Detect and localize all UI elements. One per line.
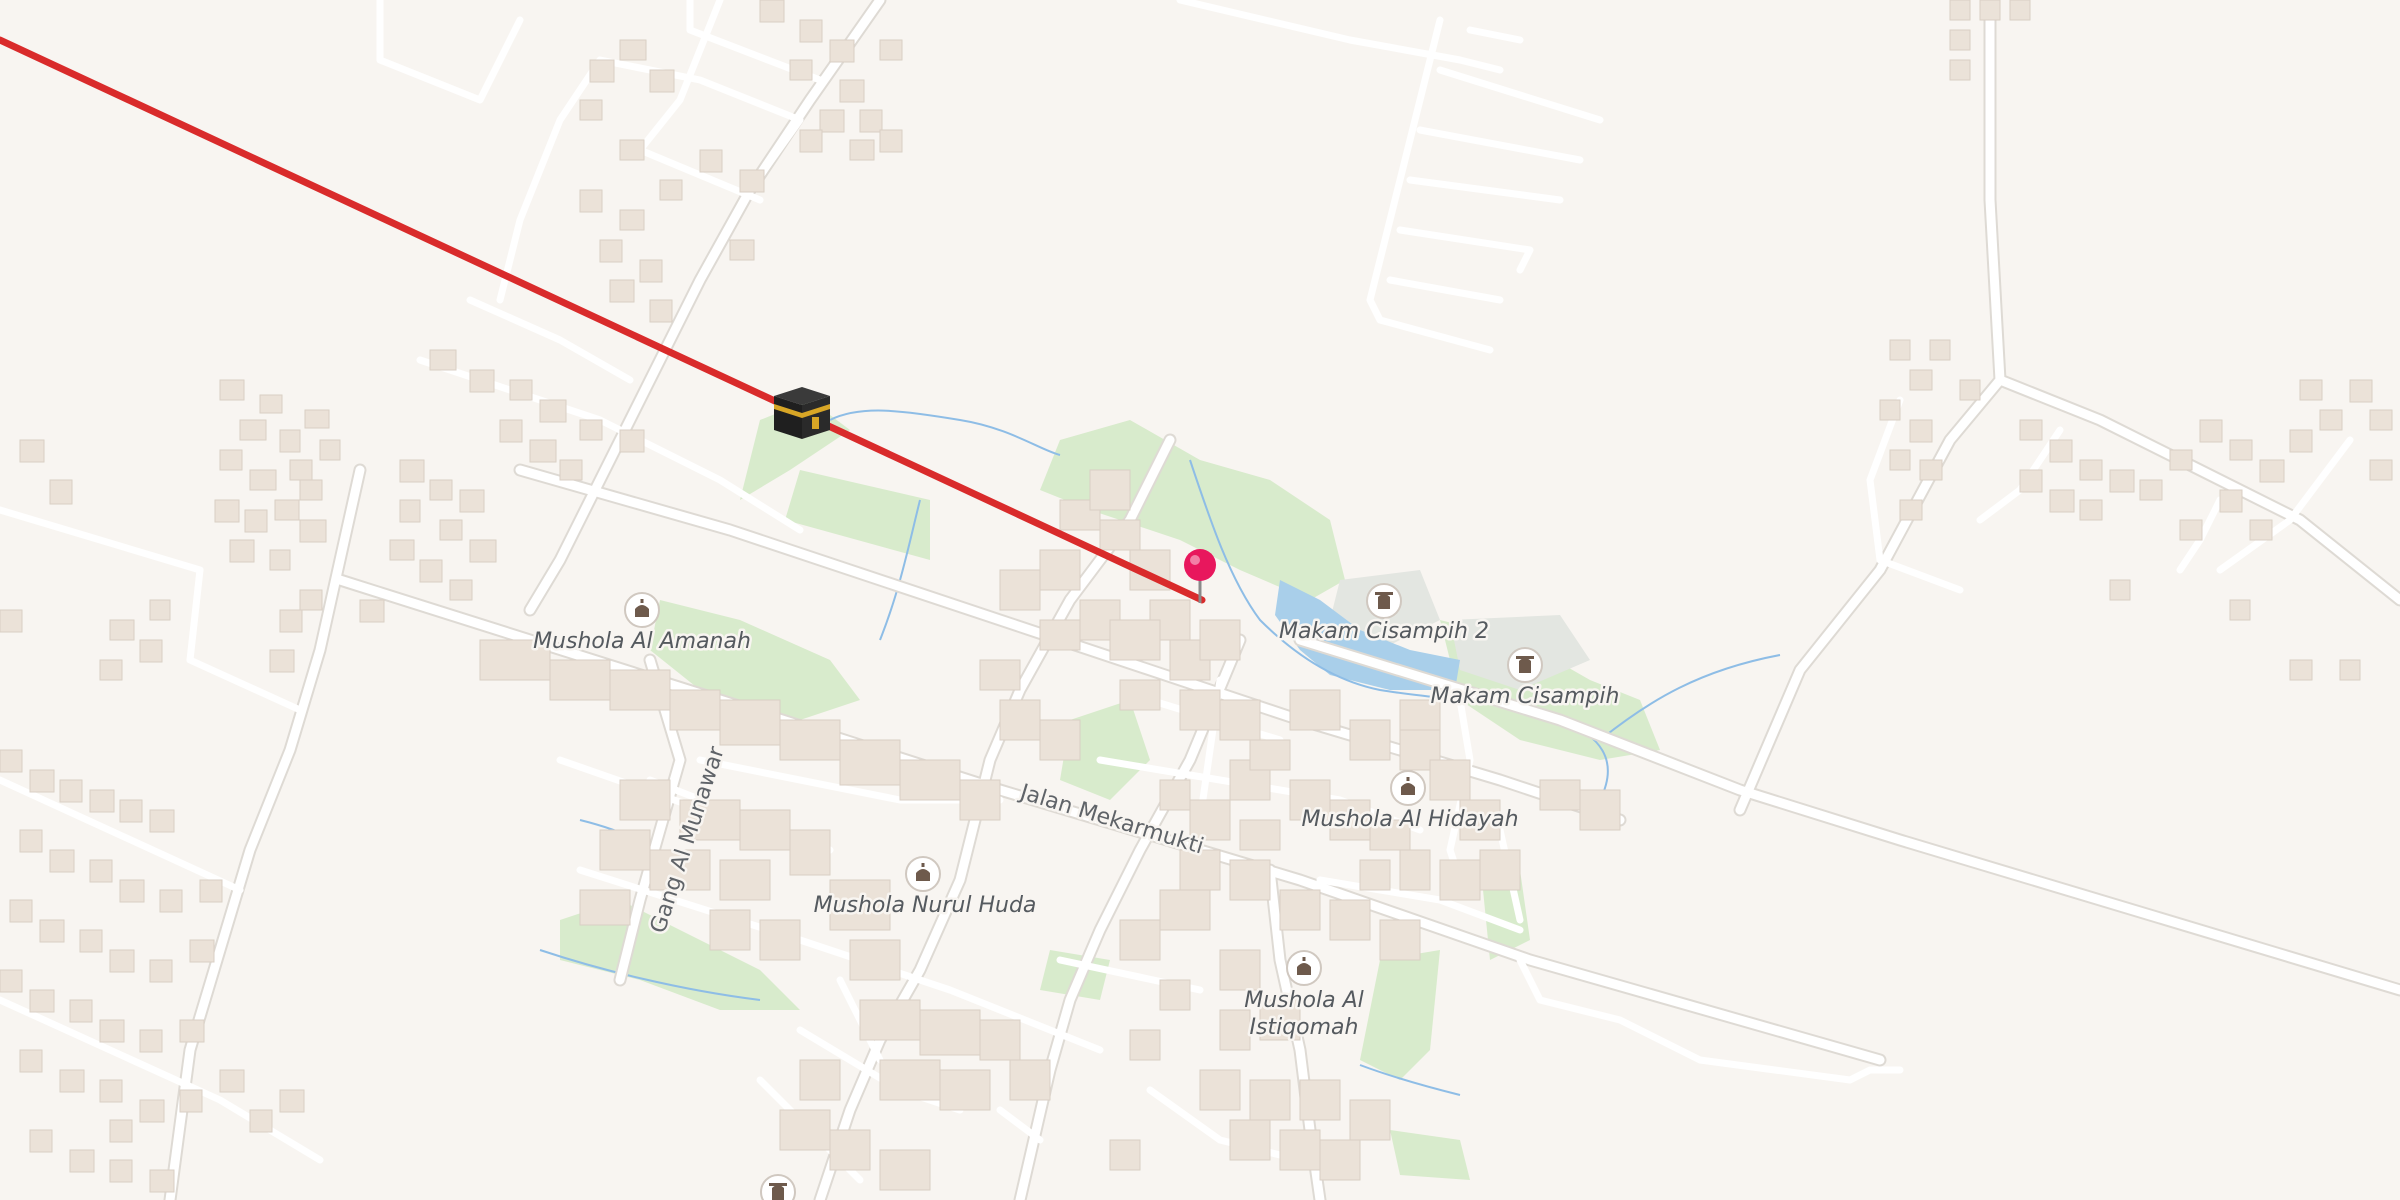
mosque-icon (1286, 950, 1322, 986)
poi-label: Mushola Nurul Huda (814, 893, 1037, 918)
poi-label-line2: Istiqomah (1250, 1015, 1359, 1040)
map-view[interactable]: Mushola Al Amanah Makam Cisampih 2 Makam… (0, 0, 2400, 1200)
poi-label-line1: Mushola Al (1244, 988, 1364, 1013)
poi-label: Makam Cisampih 2 (1279, 619, 1489, 644)
poi-label: Mushola Al Amanah (533, 629, 751, 654)
poi-cemetery-bottom[interactable] (760, 1174, 796, 1200)
mosque-icon (1390, 770, 1426, 806)
poi-label: Mushola Al Hidayah (1301, 807, 1518, 832)
map-canvas[interactable]: Mushola Al Amanah Makam Cisampih 2 Makam… (0, 0, 2400, 1200)
mosque-icon (624, 592, 660, 628)
cemetery-icon (1507, 647, 1543, 683)
poi-label: Makam Cisampih (1431, 684, 1620, 709)
kaaba-icon[interactable] (774, 387, 830, 439)
cemetery-icon (760, 1174, 796, 1200)
mosque-icon (905, 856, 941, 892)
cemetery-icon (1366, 583, 1402, 619)
